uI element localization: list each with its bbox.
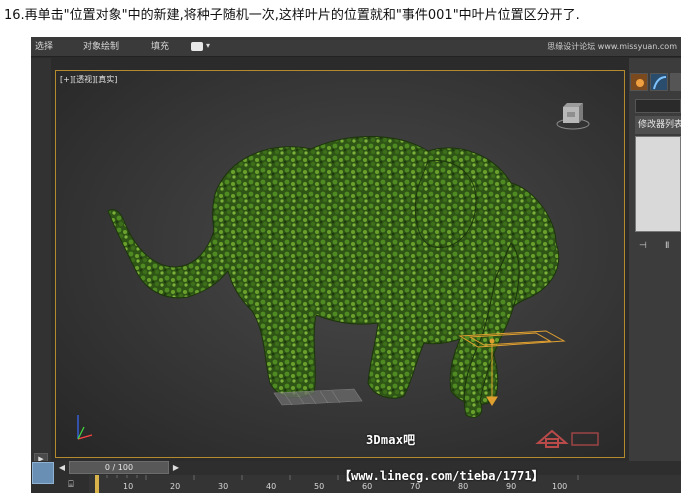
- pin-stack-icon[interactable]: ⊣: [639, 240, 647, 251]
- tutorial-caption: 16.再单击"位置对象"中的新建,将种子随机一次,这样叶片的位置就和"事件001…: [4, 8, 580, 23]
- viewcube-icon[interactable]: [556, 99, 590, 131]
- axis-tripod: [77, 415, 93, 440]
- ribbon-options-icon: [191, 42, 203, 51]
- ribbon-options-dropdown[interactable]: ▾: [191, 41, 215, 53]
- timeline-area: ◀ 0 / 100 ▶ ⌸ 10 20 30 40 50 60 70 80 90…: [31, 461, 681, 493]
- tick-label: 50: [314, 482, 325, 491]
- url-watermark: 【www.linecg.com/tieba/1771】: [339, 469, 544, 483]
- tab-object-paint[interactable]: 对象绘制: [83, 40, 119, 54]
- tab-populate[interactable]: 填充: [151, 40, 169, 54]
- stack-tools: ⊣ Ⅱ: [635, 236, 681, 256]
- perspective-viewport[interactable]: [+][透视][真实] 3Dmax吧: [55, 70, 625, 458]
- viewport-label[interactable]: [+][透视][真实]: [60, 74, 117, 85]
- key-filter-icon[interactable]: ⌸: [61, 477, 81, 491]
- panel-tab-icon[interactable]: [670, 73, 681, 91]
- tick-label: 40: [266, 482, 277, 491]
- modifier-list-dropdown[interactable]: 修改器列表: [635, 116, 681, 134]
- sun-icon[interactable]: [630, 73, 648, 91]
- logo-watermark-icon: [535, 429, 599, 448]
- 3dsmax-window: 选择 对象绘制 填充 ▾ 思缘设计论坛 www.missyuan.com ▶ […: [31, 37, 681, 493]
- brand-watermark: 3Dmax吧: [366, 433, 416, 447]
- mini-listener-icon[interactable]: [32, 462, 54, 484]
- left-toolbar-strip: ▶: [31, 58, 51, 467]
- ribbon-bar: 选择 对象绘制 填充 ▾ 思缘设计论坛 www.missyuan.com: [31, 37, 681, 57]
- time-ruler[interactable]: 10 20 30 40 50 60 70 80 90 100 【www.line…: [89, 469, 681, 493]
- scroll-left-icon[interactable]: ◀: [57, 462, 67, 474]
- show-end-result-icon[interactable]: Ⅱ: [665, 240, 669, 251]
- site-watermark: 思缘设计论坛 www.missyuan.com: [547, 42, 677, 51]
- object-name-field[interactable]: [635, 99, 681, 113]
- elephant-foliage: [107, 136, 560, 418]
- viewport-scene: [77, 136, 566, 440]
- command-panel: 修改器列表 ⊣ Ⅱ: [629, 58, 681, 468]
- tick-label: 10: [123, 482, 134, 491]
- modifier-stack[interactable]: [635, 136, 681, 232]
- tab-select[interactable]: 选择: [35, 40, 53, 54]
- curve-icon[interactable]: [650, 73, 668, 91]
- scroll-right-icon[interactable]: ▶: [171, 462, 181, 474]
- tick-label: 20: [170, 482, 181, 491]
- tick-label: 100: [552, 482, 568, 491]
- tick-label: 30: [218, 482, 229, 491]
- time-slider[interactable]: 0 / 100: [69, 461, 169, 474]
- chevron-down-icon: ▾: [206, 41, 211, 50]
